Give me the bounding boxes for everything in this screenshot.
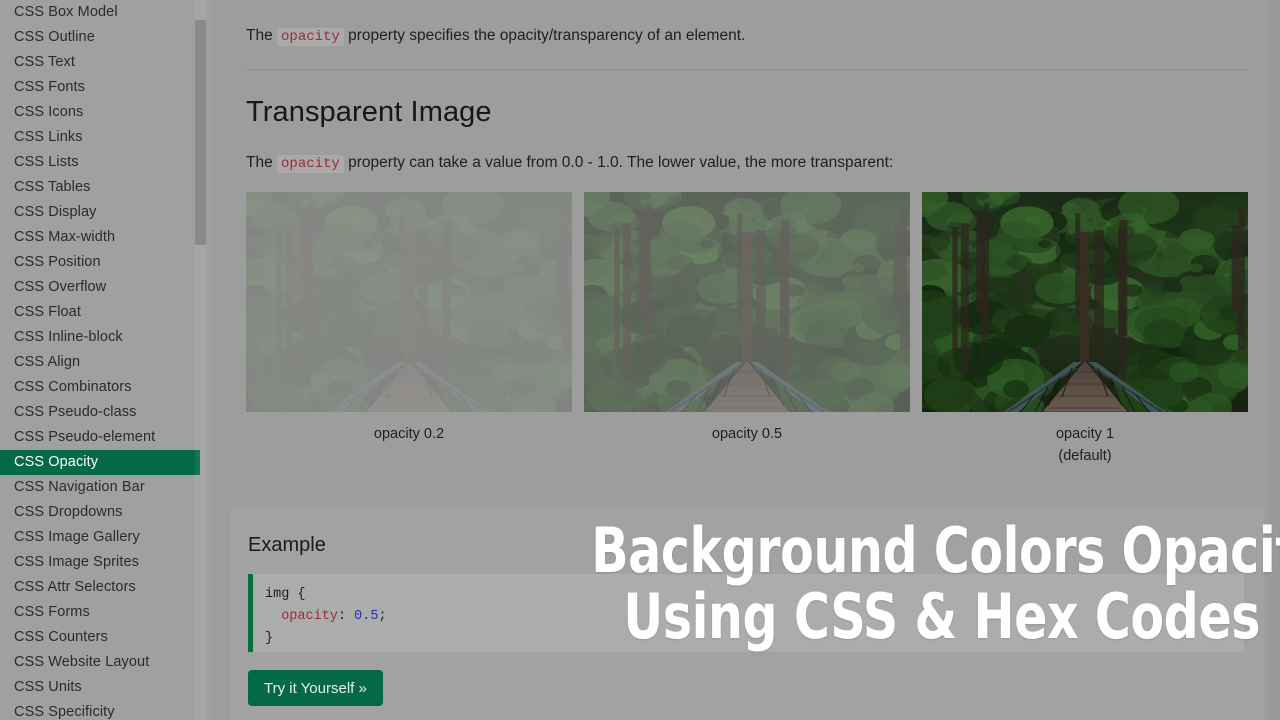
forest-bridge-photo — [922, 192, 1248, 412]
sidebar-item-css-navigation-bar[interactable]: CSS Navigation Bar — [0, 475, 212, 500]
intro-text-before: The — [246, 27, 278, 44]
sidebar-item-css-dropdowns[interactable]: CSS Dropdowns — [0, 500, 212, 525]
code-block: img { opacity: 0.5; } — [248, 574, 1244, 652]
sidebar-item-css-units[interactable]: CSS Units — [0, 675, 212, 700]
image-caption: opacity 1 (default) — [922, 412, 1248, 468]
image-caption-line-1: opacity 1 — [1055, 426, 1115, 442]
sidebar-item-css-float[interactable]: CSS Float — [0, 300, 212, 325]
try-it-yourself-button[interactable]: Try it Yourself » — [248, 670, 383, 706]
sidebar-item-css-links[interactable]: CSS Links — [0, 125, 212, 150]
lead-text-before: The — [246, 153, 278, 171]
opacity-code-inline: opacity — [277, 28, 344, 46]
sidebar-item-css-max-width[interactable]: CSS Max-width — [0, 225, 212, 250]
sidebar-item-css-image-gallery[interactable]: CSS Image Gallery — [0, 525, 212, 550]
sidebar-item-css-box-model[interactable]: CSS Box Model — [0, 0, 212, 25]
opacity-demo-image-row: opacity 0.2 opacity 0.5 opacity 1 (default) — [246, 192, 1250, 468]
sidebar-item-css-inline-block[interactable]: CSS Inline-block — [0, 325, 212, 350]
sidebar-item-css-overflow[interactable]: CSS Overflow — [0, 275, 212, 300]
example-heading: Example — [248, 534, 326, 556]
sidebar-item-css-fonts[interactable]: CSS Fonts — [0, 75, 212, 100]
forest-bridge-photo — [584, 192, 910, 412]
sidebar-scrollbar-thumb[interactable] — [195, 20, 206, 245]
code-value: 0.5 — [354, 608, 379, 624]
example-section: Example img { opacity: 0.5; } Try it You… — [230, 508, 1264, 720]
sidebar-item-css-tables[interactable]: CSS Tables — [0, 175, 212, 200]
sidebar-item-list: CSS Box Model CSS Outline CSS Text CSS Font… — [0, 0, 212, 720]
sidebar-item-css-text[interactable]: CSS Text — [0, 50, 212, 75]
forest-bridge-photo — [246, 192, 572, 412]
sidebar-item-css-attr-selectors[interactable]: CSS Attr Selectors — [0, 575, 212, 600]
page-title: Transparent Image — [246, 95, 492, 128]
sidebar-scrollbar-track[interactable] — [195, 0, 206, 720]
sidebar-item-css-specificity[interactable]: CSS Specificity — [0, 700, 212, 720]
sidebar-item-css-image-sprites[interactable]: CSS Image Sprites — [0, 550, 212, 575]
sidebar-nav[interactable]: CSS Box Model CSS Outline CSS Text CSS Font… — [0, 0, 212, 720]
image-caption-line-1: opacity 0.5 — [711, 426, 783, 442]
intro-text-after: property specifies the opacity/transpare… — [343, 27, 746, 44]
opacity-demo-cell: opacity 0.5 — [584, 192, 910, 468]
sidebar-item-css-lists[interactable]: CSS Lists — [0, 150, 212, 175]
sidebar-item-css-outline[interactable]: CSS Outline — [0, 25, 212, 50]
sidebar-item-css-position[interactable]: CSS Position — [0, 250, 212, 275]
sidebar-content-gutter — [212, 0, 228, 720]
code-snippet: img { opacity: 0.5; } — [265, 587, 387, 646]
main-content: The opacity property specifies the opaci… — [228, 0, 1266, 720]
intro-paragraph: The opacity property specifies the opaci… — [228, 0, 1266, 49]
image-caption: opacity 0.5 — [584, 412, 910, 446]
sidebar-item-css-pseudo-class[interactable]: CSS Pseudo-class — [0, 400, 212, 425]
lead-text-after: property can take a value from 0.0 - 1.0… — [343, 153, 894, 171]
sidebar-item-css-combinators[interactable]: CSS Combinators — [0, 375, 212, 400]
sidebar-item-css-pseudo-element[interactable]: CSS Pseudo-element — [0, 425, 212, 450]
image-caption-line-2: (default) — [1058, 447, 1112, 464]
opacity-demo-cell: opacity 0.2 — [246, 192, 572, 468]
image-caption-line-1: opacity 0.2 — [373, 426, 445, 442]
image-caption: opacity 0.2 — [246, 412, 572, 446]
opacity-demo-cell: opacity 1 (default) — [922, 192, 1248, 468]
lead-paragraph: The opacity property can take a value fr… — [228, 129, 1266, 175]
sidebar-item-css-counters[interactable]: CSS Counters — [0, 625, 212, 650]
opacity-code-inline-2: opacity — [277, 154, 344, 173]
code-property: opacity — [281, 608, 338, 624]
sidebar-item-css-website-layout[interactable]: CSS Website Layout — [0, 650, 212, 675]
page-root: CSS Box Model CSS Outline CSS Text CSS Font… — [0, 0, 1280, 720]
sidebar-item-css-forms[interactable]: CSS Forms — [0, 600, 212, 625]
sidebar-item-css-opacity[interactable]: CSS Opacity — [0, 450, 200, 475]
code-line: } — [265, 630, 274, 646]
sidebar-item-css-icons[interactable]: CSS Icons — [0, 100, 212, 125]
sidebar-item-css-display[interactable]: CSS Display — [0, 200, 212, 225]
code-line: img { — [265, 587, 306, 602]
sidebar-item-css-align[interactable]: CSS Align — [0, 350, 212, 375]
